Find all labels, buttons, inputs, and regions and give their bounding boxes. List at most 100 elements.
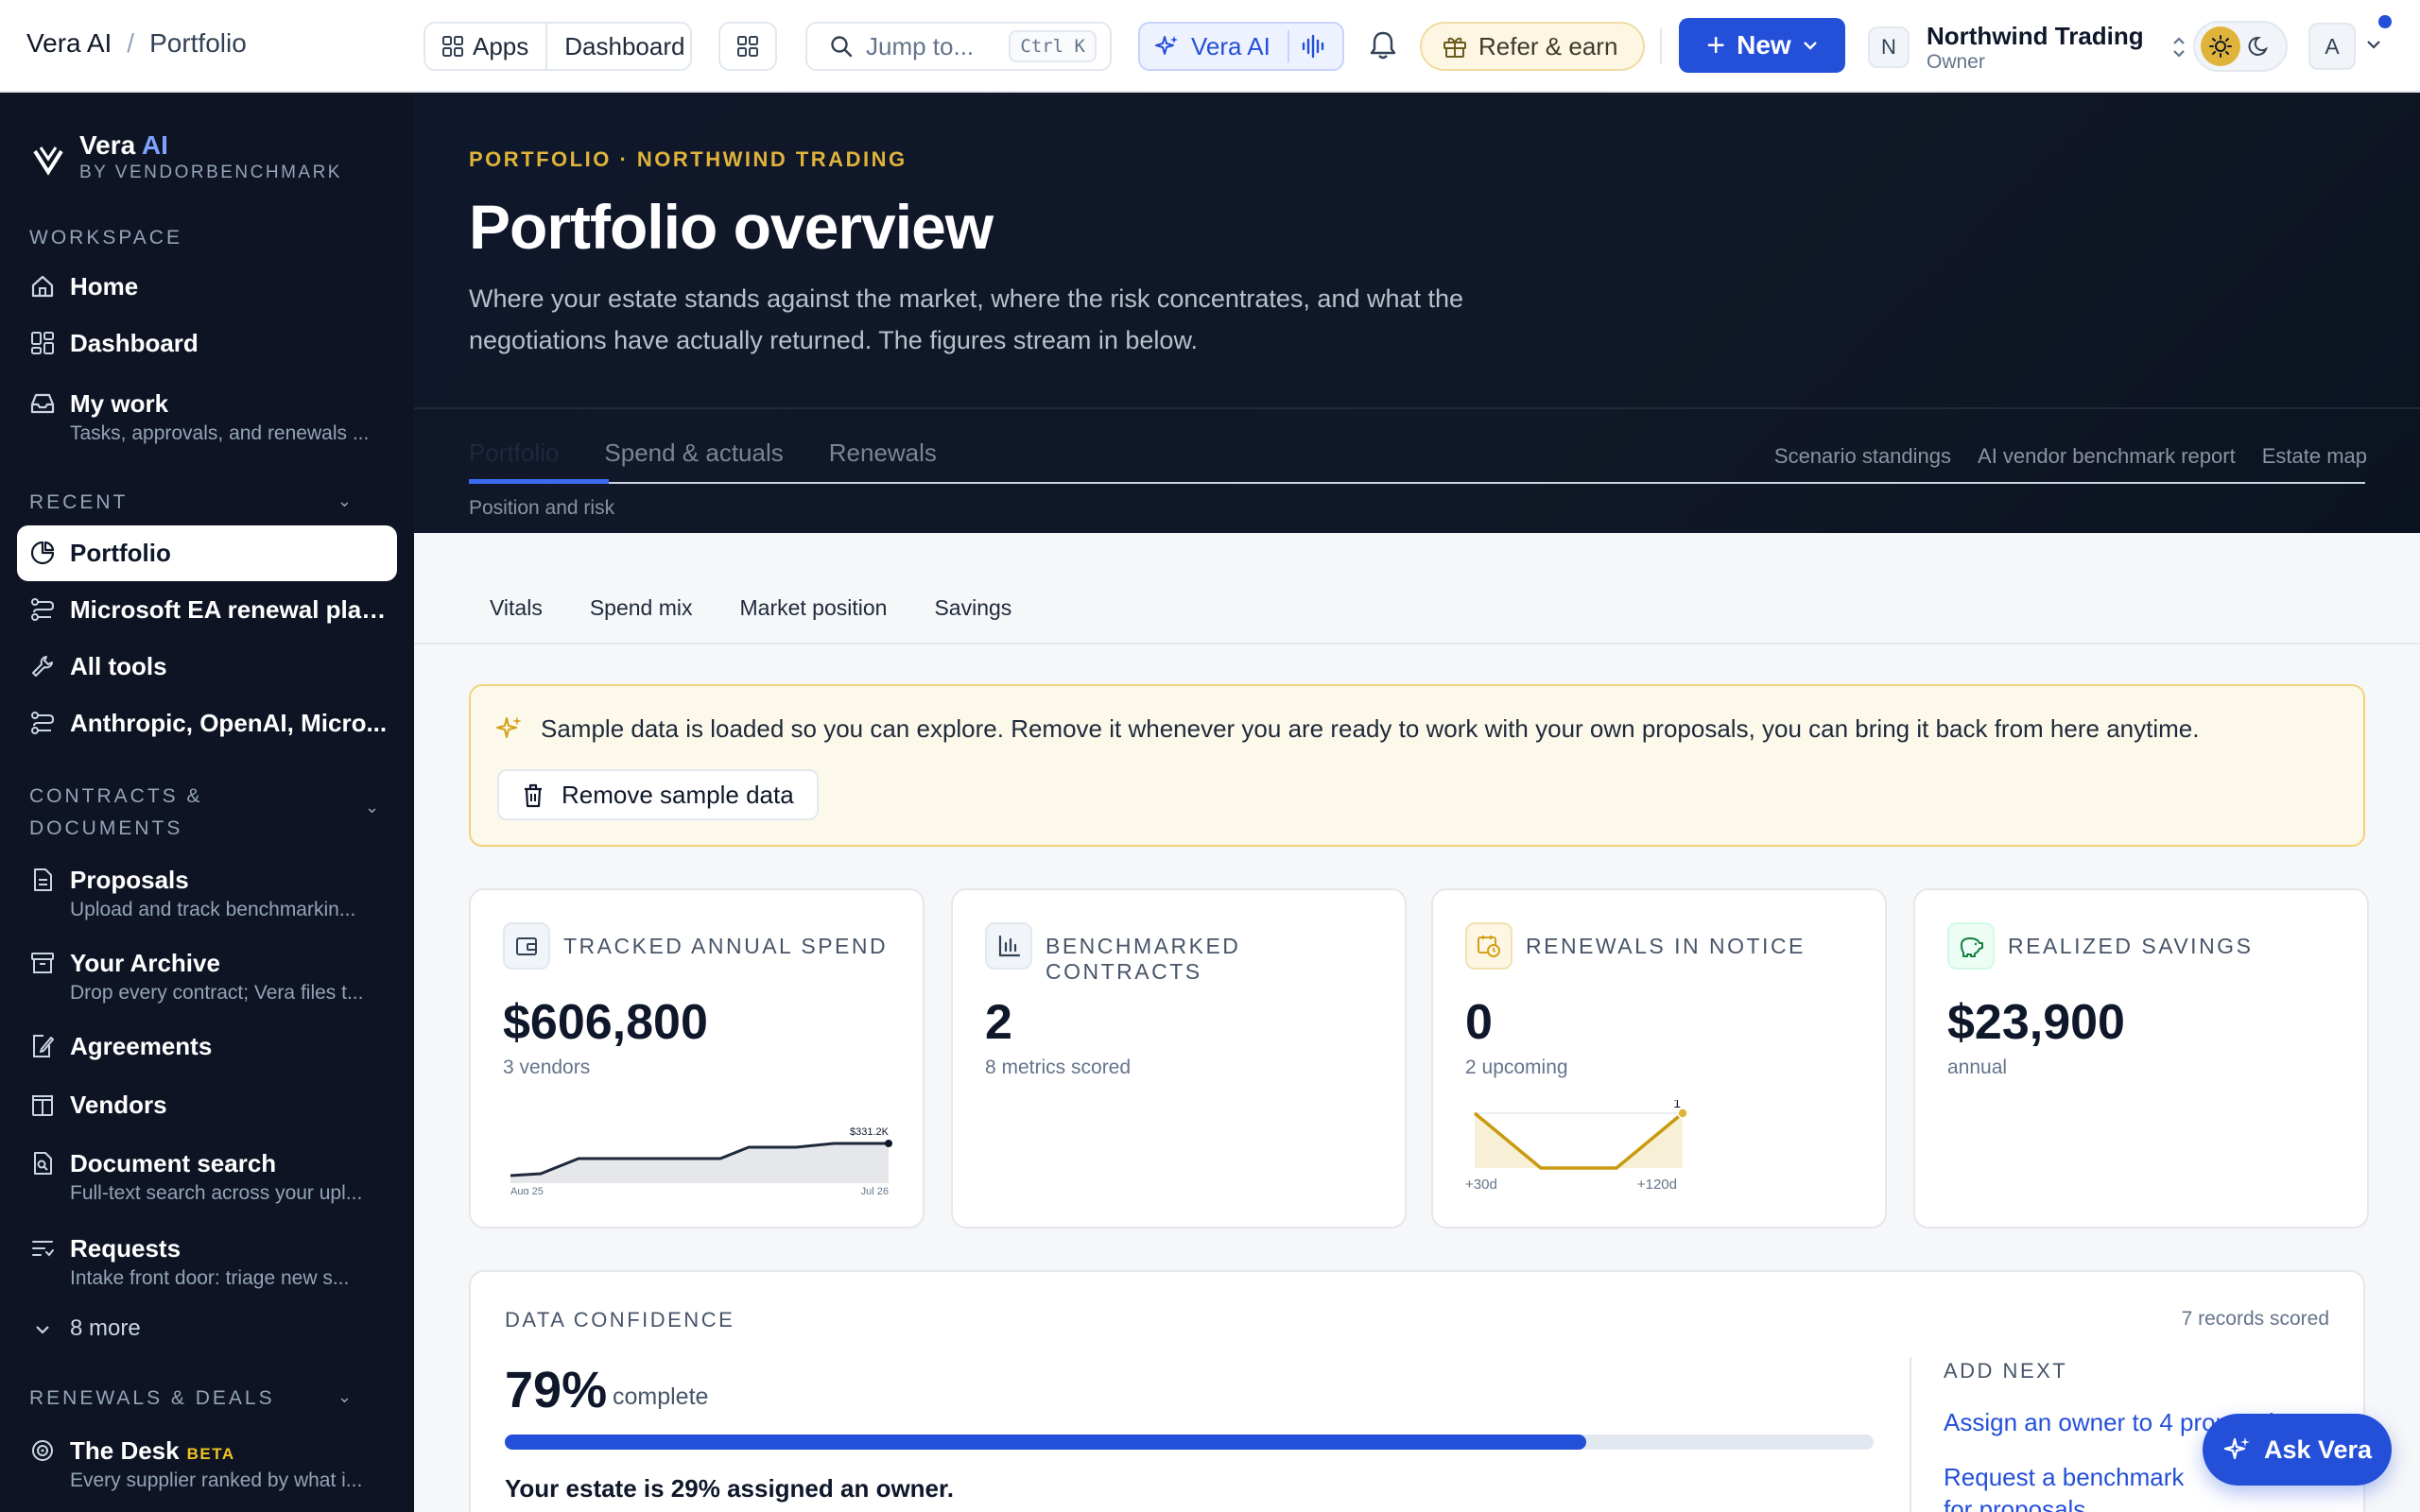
subnav-vitals[interactable]: Vitals [490,595,543,621]
sidebar-logo[interactable]: Vera AI BY VENDORBENCHMARK [32,130,342,183]
sidebar-item-anthropic-openai[interactable]: Anthropic, OpenAI, Micro... [17,709,397,738]
sparkline-start-label: +30d [1465,1177,1497,1193]
sidebar-item-the-desk[interactable]: The Desk BETA Every supplier ranked by wha… [17,1436,397,1492]
subnav-savings[interactable]: Savings [934,595,1011,621]
sidebar-item-label: Vendors [70,1091,167,1119]
subnav-market-position[interactable]: Market position [740,595,888,621]
sidebar-item-label: Home [70,272,139,301]
chevron-updown-icon [2172,37,2185,58]
sidebar-item-label: Portfolio [70,539,171,567]
sidebar-item-my-work[interactable]: My work Tasks, approvals, and renewals ..… [17,389,397,445]
sidebar-more-button[interactable]: 8 more [17,1315,397,1342]
topbar-divider [1660,28,1662,64]
vera-ai-button[interactable]: Vera AI [1138,22,1344,71]
sun-icon[interactable] [2201,26,2240,66]
confidence-complete-label: complete [613,1383,709,1410]
sidebar-item-home[interactable]: Home [17,272,397,301]
grid-icon [31,332,54,354]
sidebar-item-sub: Tasks, approvals, and renewals ... [70,422,370,444]
subnav-items: Vitals Spend mix Market position Savings [490,595,1011,621]
sidebar-item-dashboard[interactable]: Dashboard [17,329,397,358]
apps-button[interactable]: Apps [425,24,545,69]
ask-vera-button[interactable]: Ask Vera [2203,1414,2392,1486]
link-scenario-standings[interactable]: Scenario standings [1774,444,1951,469]
confidence-progress-fill [505,1435,1586,1450]
bell-icon[interactable] [1369,30,1397,60]
sidebar-item-microsoft-ea[interactable]: Microsoft EA renewal play... [17,595,397,625]
sidebar-item-all-tools[interactable]: All tools [17,652,397,681]
new-label: New [1737,30,1791,60]
breadcrumb-page: Portfolio [149,28,247,58]
tabs-underline [469,482,2365,484]
sidebar-item-proposals[interactable]: Proposals Upload and track benchmarkin... [17,866,397,921]
kpi-card-realized-savings[interactable]: REALIZED SAVINGS $23,900 annual [1913,888,2369,1228]
subnav-spend-mix[interactable]: Spend mix [590,595,693,621]
grid-icon [442,36,463,57]
chevron-down-icon[interactable]: ⌄ [365,798,384,817]
kpi-title: TRACKED ANNUAL SPEND [563,934,889,958]
kpi-card-benchmarked-contracts[interactable]: BENCHMARKED CONTRACTS 2 8 metrics scored [951,888,1407,1228]
jump-to-search[interactable]: Jump to... Ctrl K [805,22,1112,71]
chevron-down-icon [1803,42,1817,50]
banner-message: Sample data is loaded so you can explore… [541,714,2200,743]
page-tabs: Portfolio Spend & actuals Renewals [469,438,937,468]
ask-vera-label: Ask Vera [2263,1435,2373,1464]
sparkles-icon [1155,36,1178,55]
link-ai-vendor-benchmark-report[interactable]: AI vendor benchmark report [1978,444,2236,469]
workflow-icon [31,598,54,621]
sidebar-item-document-search[interactable]: Document search Full-text search across y… [17,1149,397,1205]
section-renewals[interactable]: RENEWALS & DEALS ⌄ [29,1387,385,1410]
tab-spend-actuals[interactable]: Spend & actuals [604,438,783,468]
link-estate-map[interactable]: Estate map [2262,444,2367,469]
piggy-bank-icon [1947,922,1995,970]
layout-toggle-button[interactable] [718,22,777,71]
section-recent[interactable]: RECENT ⌄ [29,491,385,514]
kpi-sub: 8 metrics scored [985,1057,1132,1078]
calendar-clock-icon [1465,922,1512,970]
refer-and-earn-button[interactable]: Refer & earn [1420,22,1645,71]
apps-label: Apps [473,31,529,60]
kpi-value: 2 [985,995,1012,1050]
sidebar: Vera AI BY VENDORBENCHMARK WORKSPACE Hom… [0,93,414,1512]
user-avatar[interactable]: A [2308,23,2356,70]
kpi-card-tracked-spend[interactable]: TRACKED ANNUAL SPEND $606,800 3 vendors … [469,888,925,1228]
moon-icon[interactable] [2248,34,2273,59]
breadcrumb-app[interactable]: Vera AI [26,28,112,59]
audio-waveform-icon[interactable] [1301,34,1327,59]
kpi-sub: 3 vendors [503,1057,591,1078]
top-bar: Vera AI / Portfolio Apps Dashboard Jump … [0,0,2420,93]
dashboard-button[interactable]: Dashboard [545,24,701,69]
breadcrumb-separator: / [127,28,135,58]
kpi-card-renewals-in-notice[interactable]: RENEWALS IN NOTICE 0 2 upcoming 1 +30d +… [1431,888,1887,1228]
sidebar-item-agreements[interactable]: Agreements [17,1032,397,1061]
chevron-down-icon: ⌄ [337,491,354,510]
brand-vera: Vera [79,130,136,160]
sidebar-item-your-archive[interactable]: Your Archive Drop every contract; Vera fi… [17,949,397,1005]
records-scored: 7 records scored [2181,1308,2329,1330]
new-button[interactable]: + New [1679,18,1845,73]
brand-name: Vera AI [79,130,342,161]
brand-byline: BY VENDORBENCHMARK [79,163,342,182]
sparkline-end-point [885,1140,892,1147]
user-menu-chevron-icon[interactable] [2365,38,2382,51]
tab-renewals[interactable]: Renewals [829,438,937,468]
add-next-link-request-benchmark[interactable]: Request a benchmark for proposals [1944,1461,2189,1512]
sidebar-item-portfolio[interactable]: Portfolio [17,525,397,581]
section-contracts[interactable]: CONTRACTS & DOCUMENTS [29,781,237,845]
theme-toggle[interactable] [2193,21,2288,72]
add-next-label: ADD NEXT [1944,1359,2068,1383]
remove-sample-data-button[interactable]: Remove sample data [497,769,819,820]
target-icon [32,1440,53,1461]
sidebar-item-vendors[interactable]: Vendors [17,1091,397,1120]
kpi-value: $23,900 [1947,995,2125,1050]
kpi-title: REALIZED SAVINGS [2008,934,2254,958]
sparkline-start-label: Aug 25 [510,1186,544,1194]
tab-portfolio[interactable]: Portfolio [469,438,559,468]
sidebar-item-requests[interactable]: Requests Intake front door: triage new s.… [17,1234,397,1290]
workflow-icon [31,712,54,734]
page-eyebrow: PORTFOLIO · NORTHWIND TRADING [469,147,908,171]
sidebar-item-label: Dashboard [70,329,199,357]
plus-icon: + [1706,27,1726,63]
org-name: Northwind Trading [1927,21,2144,50]
vera-ai-label: Vera AI [1191,31,1270,60]
